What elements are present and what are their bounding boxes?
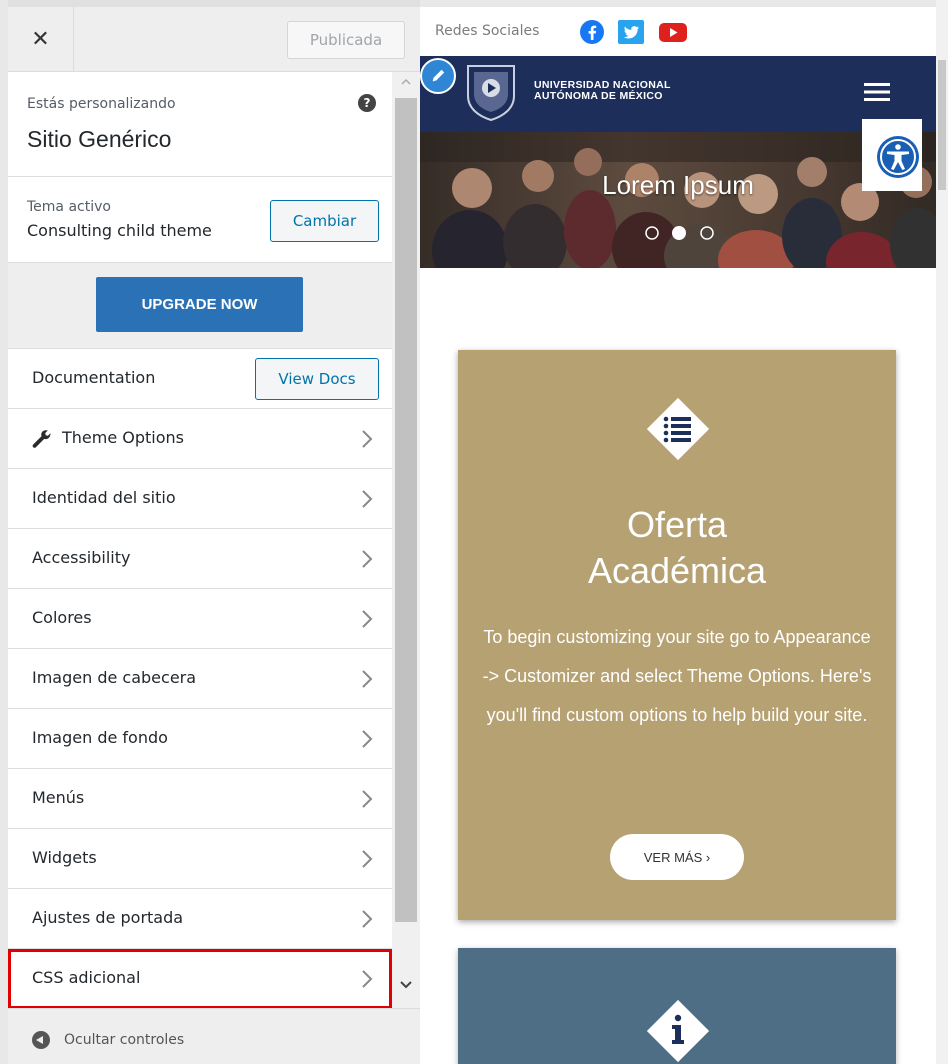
info-icon (646, 999, 710, 1063)
close-button[interactable]: ✕ (8, 7, 74, 71)
chevron-right-icon (360, 669, 374, 689)
card-info (458, 948, 896, 1064)
university-name: UNIVERSIDAD NACIONAL AUTÓNOMA DE MÉXICO (534, 79, 671, 102)
hero-slider[interactable]: Lorem Ipsum (420, 132, 936, 268)
chevron-right-icon (360, 729, 374, 749)
active-theme-section: Tema activo Consulting child theme Cambi… (8, 177, 392, 263)
collapse-arrow-icon[interactable] (32, 1031, 50, 1049)
chevron-right-icon (360, 489, 374, 509)
section-widgets[interactable]: Widgets (8, 829, 392, 889)
hide-controls-button[interactable]: Ocultar controles (64, 1032, 184, 1048)
upgrade-section: UPGRADE NOW (8, 263, 392, 349)
chevron-right-icon (360, 909, 374, 929)
preview-scrollbar-thumb[interactable] (938, 60, 946, 190)
site-preview: Redes Sociales UNIVERSIDAD NACIONAL AUTÓ… (420, 0, 948, 1064)
section-accessibility[interactable]: Accessibility (8, 529, 392, 589)
preview-scrollbar[interactable] (936, 0, 948, 1064)
accessibility-icon[interactable] (876, 135, 920, 179)
section-label: Imagen de cabecera (32, 668, 197, 687)
section-label: Imagen de fondo (32, 728, 168, 747)
accessibility-widget[interactable] (862, 119, 922, 191)
chevron-right-icon (360, 849, 374, 869)
scroll-down-icon[interactable] (399, 977, 413, 991)
view-docs-button[interactable]: View Docs (255, 358, 379, 400)
list-icon (646, 397, 710, 461)
panel-footer: Ocultar controles (8, 1008, 420, 1064)
twitter-icon[interactable] (616, 19, 646, 45)
unam-crest-logo (467, 65, 515, 122)
section-label: Ajustes de portada (32, 908, 184, 927)
social-bar: Redes Sociales (420, 0, 936, 56)
active-theme-label: Tema activo (27, 199, 111, 215)
slide-dot[interactable] (645, 226, 659, 240)
upgrade-now-button[interactable]: UPGRADE NOW (96, 277, 303, 332)
section-label: Menús (32, 788, 85, 807)
section-label: CSS adicional (32, 968, 141, 987)
section-theme-options[interactable]: Theme Options (8, 409, 392, 469)
help-icon[interactable]: ? (358, 94, 376, 112)
social-label: Redes Sociales (435, 23, 540, 39)
section-label: Accessibility (32, 548, 131, 567)
publish-button[interactable]: Publicada (287, 21, 405, 59)
section-label: Widgets (32, 848, 97, 867)
documentation-row: Documentation View Docs (8, 349, 392, 409)
section-header-image[interactable]: Imagen de cabecera (8, 649, 392, 709)
youtube-icon[interactable] (658, 19, 688, 45)
chevron-right-icon (360, 789, 374, 809)
see-more-button[interactable]: VER MÁS › (610, 834, 744, 880)
customizer-panel: ✕ Publicada Estás personalizando Sitio G… (0, 0, 420, 1064)
panel-header: ✕ Publicada (8, 0, 420, 72)
card-description: To begin customizing your site go to App… (482, 627, 872, 725)
panel-scroll-area[interactable]: Estás personalizando Sitio Genérico ? Te… (8, 72, 420, 1008)
wrench-icon (32, 430, 51, 448)
customizing-label: Estás personalizando (27, 96, 176, 112)
edit-shortcut-icon[interactable] (420, 58, 456, 94)
section-label: Theme Options (62, 428, 185, 447)
section-additional-css[interactable]: CSS adicional (8, 949, 392, 1008)
section-label: Identidad del sitio (32, 488, 176, 507)
site-title: Sitio Genérico (27, 126, 172, 152)
slide-dot[interactable] (700, 226, 714, 240)
chevron-right-icon (360, 969, 374, 989)
slider-pagination[interactable] (642, 224, 722, 242)
slide-dot-active[interactable] (672, 226, 686, 240)
chevron-right-icon (360, 549, 374, 569)
change-theme-button[interactable]: Cambiar (270, 200, 379, 242)
hamburger-menu-icon[interactable] (864, 82, 890, 102)
section-menus[interactable]: Menús (8, 769, 392, 829)
documentation-label: Documentation (32, 368, 156, 387)
section-label: Colores (32, 608, 92, 627)
card-academic-offer: Oferta Académica To begin customizing yo… (458, 350, 896, 920)
section-colors[interactable]: Colores (8, 589, 392, 649)
chevron-right-icon (360, 429, 374, 449)
facebook-icon[interactable] (577, 19, 607, 45)
section-site-identity[interactable]: Identidad del sitio (8, 469, 392, 529)
customizing-info: Estás personalizando Sitio Genérico ? (8, 72, 392, 177)
card-title: Oferta Académica (587, 504, 767, 591)
site-header: UNIVERSIDAD NACIONAL AUTÓNOMA DE MÉXICO (420, 56, 936, 132)
active-theme-name: Consulting child theme (27, 221, 212, 240)
scroll-up-icon[interactable] (400, 76, 412, 88)
close-icon: ✕ (31, 26, 50, 52)
section-homepage-settings[interactable]: Ajustes de portada (8, 889, 392, 949)
panel-scrollbar[interactable] (392, 72, 420, 1008)
scrollbar-thumb[interactable] (395, 98, 417, 922)
section-background-image[interactable]: Imagen de fondo (8, 709, 392, 769)
chevron-right-icon (360, 609, 374, 629)
hero-title: Lorem Ipsum (602, 170, 754, 200)
